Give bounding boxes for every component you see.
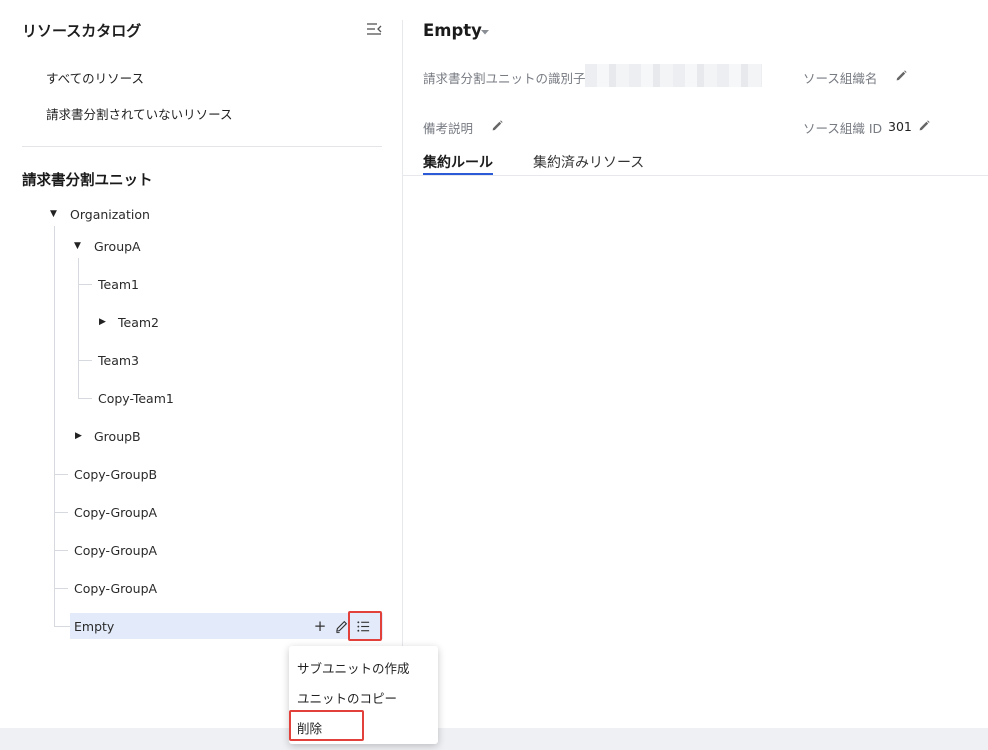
tree-node-team2[interactable]: Team2 bbox=[118, 315, 159, 330]
nav-unsplit-resources[interactable]: 請求書分割されていないリソース bbox=[46, 104, 233, 123]
edit-pencil-icon[interactable] bbox=[490, 119, 504, 133]
panel-title: リソースカタログ bbox=[22, 22, 142, 40]
tree-guide bbox=[54, 626, 70, 627]
tree-node-copy-group-a[interactable]: Copy-GroupA bbox=[74, 505, 157, 520]
collapse-sidebar-icon[interactable] bbox=[366, 21, 382, 37]
collapsed-caret-icon[interactable]: ▶ bbox=[99, 317, 106, 327]
highlight-box bbox=[289, 710, 364, 741]
tree-node-copy-group-a[interactable]: Copy-GroupA bbox=[74, 543, 157, 558]
resource-group-id-value: 301 bbox=[888, 119, 912, 134]
tree-node-copy-group-a[interactable]: Copy-GroupA bbox=[74, 581, 157, 596]
edit-pencil-icon[interactable] bbox=[334, 619, 349, 634]
panel-divider bbox=[402, 20, 403, 728]
tree-guide bbox=[54, 512, 68, 513]
identifier-value-masked bbox=[585, 64, 762, 87]
expanded-caret-icon[interactable]: ▼ bbox=[50, 209, 57, 219]
tree-node-team1[interactable]: Team1 bbox=[98, 277, 139, 292]
chevron-down-icon[interactable] bbox=[478, 27, 492, 37]
tree-node-team3[interactable]: Team3 bbox=[98, 353, 139, 368]
tree-guide bbox=[78, 258, 79, 398]
add-subunit-button[interactable]: + bbox=[312, 617, 328, 635]
tree-node-copy-group-b[interactable]: Copy-GroupB bbox=[74, 467, 157, 482]
collapsed-caret-icon[interactable]: ▶ bbox=[75, 431, 82, 441]
tree-guide bbox=[78, 360, 92, 361]
menu-item-copy-unit[interactable]: ユニットのコピー bbox=[297, 688, 397, 707]
tree-node-group-b[interactable]: GroupB bbox=[94, 429, 141, 444]
resource-group-id-label: ソース組織 ID bbox=[803, 121, 883, 136]
tree-guide bbox=[54, 588, 68, 589]
identifier-label: 請求書分割ユニットの識別子 bbox=[423, 71, 586, 86]
highlight-box bbox=[348, 611, 382, 641]
tree-guide bbox=[54, 550, 68, 551]
resource-group-name-label: ソース組織名 bbox=[803, 71, 878, 86]
tree-guide bbox=[78, 284, 92, 285]
tree-node-copy-team1[interactable]: Copy-Team1 bbox=[98, 391, 174, 406]
edit-pencil-icon[interactable] bbox=[917, 119, 931, 133]
tree-guide bbox=[54, 226, 55, 627]
resource-catalog-panel: リソースカタログ すべてのリソース 請求書分割されていないリソース 請求書分割ユ… bbox=[0, 0, 402, 728]
unit-title: Empty bbox=[423, 21, 482, 40]
tree-guide bbox=[78, 398, 92, 399]
tab-aggregated-resources[interactable]: 集約済みリソース bbox=[533, 152, 644, 172]
menu-item-create-subunit[interactable]: サブユニットの作成 bbox=[297, 658, 410, 677]
tree-node-empty[interactable]: Empty bbox=[74, 619, 114, 634]
tab-aggregation-rules[interactable]: 集約ルール bbox=[423, 152, 493, 172]
nav-all-resources[interactable]: すべてのリソース bbox=[46, 68, 144, 87]
tree-node-group-a[interactable]: GroupA bbox=[94, 239, 141, 254]
tree-guide bbox=[54, 474, 68, 475]
tab-divider bbox=[403, 175, 988, 176]
section-divider bbox=[22, 146, 382, 147]
remarks-label: 備考説明 bbox=[423, 121, 474, 136]
section-title: 請求書分割ユニット bbox=[22, 173, 153, 189]
expanded-caret-icon[interactable]: ▼ bbox=[74, 241, 81, 251]
tree-node-organization[interactable]: Organization bbox=[70, 207, 150, 222]
edit-pencil-icon[interactable] bbox=[894, 69, 908, 83]
